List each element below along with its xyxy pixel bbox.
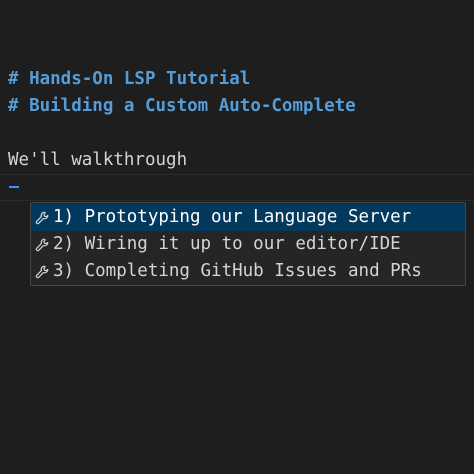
suggestion-item[interactable]: 1) Prototyping our Language Server	[31, 204, 465, 231]
suggestion-label: 1) Prototyping our Language Server	[53, 207, 412, 227]
suggestion-item[interactable]: 3) Completing GitHub Issues and PRs	[31, 258, 465, 285]
wrench-icon	[35, 265, 49, 279]
markdown-heading-line: # Building a Custom Auto-Complete	[8, 96, 356, 116]
markdown-heading-line: # Hands-On LSP Tutorial	[8, 69, 251, 89]
wrench-icon	[35, 238, 49, 252]
suggestion-item[interactable]: 2) Wiring it up to our editor/IDE	[31, 231, 465, 258]
autocomplete-suggestion-widget: 1) Prototyping our Language Server 2) Wi…	[30, 202, 466, 286]
code-editor[interactable]: # Hands-On LSP Tutorial # Building a Cus…	[0, 0, 474, 474]
text-cursor	[9, 186, 19, 188]
text-line: We'll walkthrough	[8, 150, 188, 170]
suggestion-label: 3) Completing GitHub Issues and PRs	[53, 261, 422, 281]
wrench-icon	[35, 211, 49, 225]
suggestion-label: 2) Wiring it up to our editor/IDE	[53, 234, 401, 254]
current-line-highlight	[0, 174, 474, 201]
